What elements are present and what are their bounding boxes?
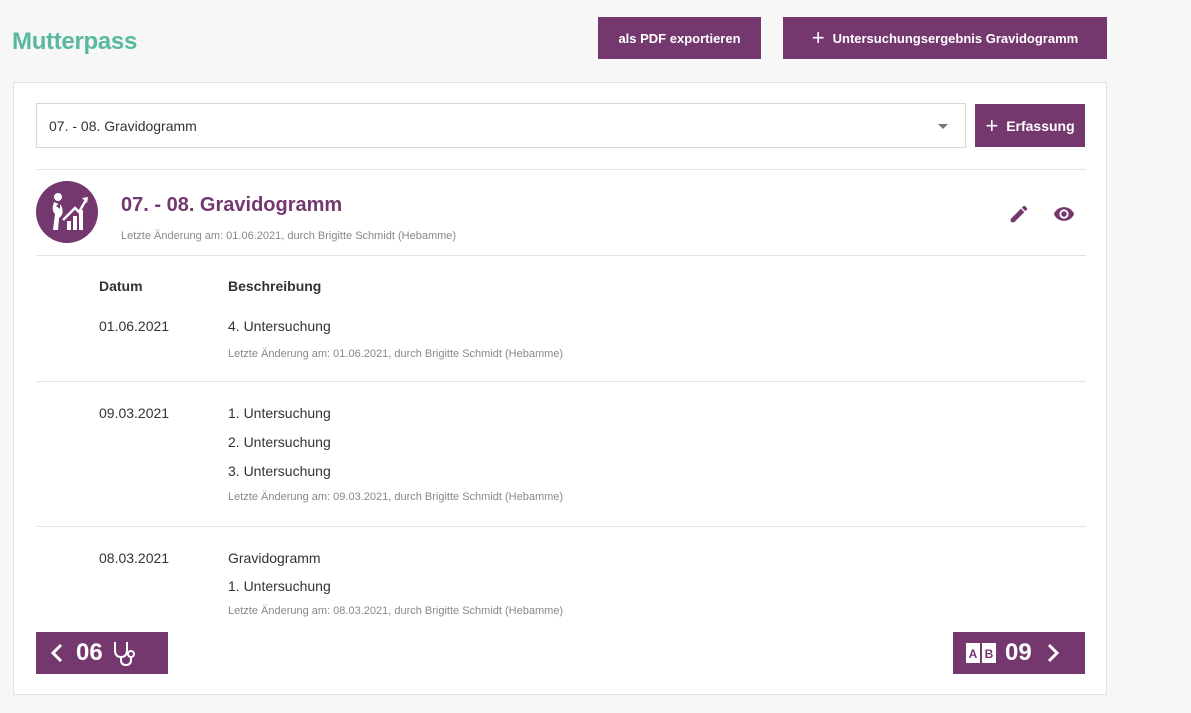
chevron-right-icon	[1046, 643, 1060, 663]
erfassung-button[interactable]: + Erfassung	[975, 104, 1085, 147]
caret-down-icon	[938, 124, 948, 129]
column-header-date: Datum	[99, 278, 143, 294]
eye-icon[interactable]	[1053, 203, 1075, 225]
mutterpass-card: 07. - 08. Gravidogramm + Erfassung 07. -…	[13, 82, 1107, 695]
erfassung-label: Erfassung	[1006, 117, 1075, 134]
pencil-icon[interactable]	[1008, 203, 1030, 225]
page-title: Mutterpass	[12, 28, 138, 55]
row-item[interactable]: 3. Untersuchung	[228, 463, 331, 479]
svg-text:A: A	[969, 647, 978, 661]
svg-text:B: B	[985, 647, 994, 661]
section-last-change: Letzte Änderung am: 01.06.2021, durch Br…	[121, 230, 457, 242]
row-date: 01.06.2021	[99, 318, 170, 334]
row-last-change: Letzte Änderung am: 01.06.2021, durch Br…	[228, 348, 564, 360]
section-select-value: 07. - 08. Gravidogramm	[49, 117, 197, 134]
export-pdf-button[interactable]: als PDF exportieren	[598, 17, 761, 59]
pregnancy-chart-icon	[36, 181, 98, 243]
plus-icon: +	[985, 112, 999, 138]
divider	[36, 169, 1086, 170]
plus-icon: +	[811, 25, 825, 50]
divider	[36, 381, 1086, 382]
stethoscope-icon	[111, 639, 135, 667]
divider	[36, 526, 1086, 527]
next-section-button[interactable]: A B 09	[953, 632, 1085, 674]
row-date: 09.03.2021	[99, 405, 170, 421]
row-last-change: Letzte Änderung am: 09.03.2021, durch Br…	[228, 491, 564, 503]
section-select[interactable]: 07. - 08. Gravidogramm	[36, 103, 966, 148]
previous-section-number: 06	[76, 639, 103, 666]
row-item[interactable]: 2. Untersuchung	[228, 434, 331, 450]
ab-blood-type-icon: A B	[965, 642, 997, 664]
row-item[interactable]: 1. Untersuchung	[228, 405, 331, 421]
column-header-description: Beschreibung	[228, 278, 322, 294]
row-last-change: Letzte Änderung am: 08.03.2021, durch Br…	[228, 605, 564, 617]
previous-section-button[interactable]: 06	[36, 632, 168, 674]
row-item[interactable]: 4. Untersuchung	[228, 318, 331, 334]
row-date: 08.03.2021	[99, 550, 170, 566]
section-title: 07. - 08. Gravidogramm	[121, 194, 343, 216]
divider	[36, 255, 1086, 256]
next-section-number: 09	[1005, 639, 1032, 666]
chevron-left-icon	[50, 643, 64, 663]
row-item[interactable]: Gravidogramm	[228, 550, 321, 566]
add-exam-result-button[interactable]: + Untersuchungsergebnis Gravidogramm	[783, 17, 1107, 59]
row-item[interactable]: 1. Untersuchung	[228, 578, 331, 594]
add-exam-result-label: Untersuchungsergebnis Gravidogramm	[832, 30, 1079, 46]
export-pdf-label: als PDF exportieren	[618, 30, 741, 46]
